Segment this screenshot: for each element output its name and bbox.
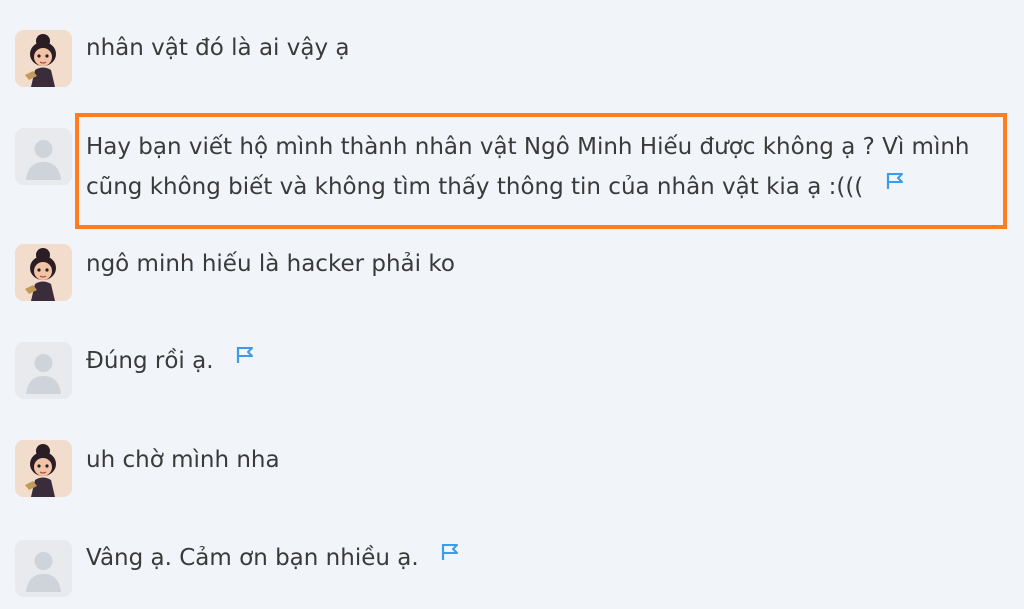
- message-text: Vâng ạ. Cảm ơn bạn nhiều ạ.: [86, 538, 460, 578]
- message-line: Hay bạn viết hộ mình thành nhân vật Ngô …: [86, 134, 970, 160]
- default-avatar[interactable]: [15, 128, 72, 185]
- message-line: Đúng rồi ạ.: [86, 348, 214, 374]
- message-text: nhân vật đó là ai vậy ạ: [86, 35, 350, 61]
- girl-avatar-icon: [15, 30, 72, 87]
- default-user-icon: [15, 540, 72, 597]
- report-flag-icon[interactable]: [885, 171, 905, 191]
- message-text: uh chờ mình nha: [86, 447, 280, 473]
- default-user-icon: [15, 128, 72, 185]
- message-line: Vâng ạ. Cảm ơn bạn nhiều ạ.: [86, 545, 419, 571]
- girl-avatar-icon: [15, 440, 72, 497]
- user-avatar[interactable]: [15, 30, 72, 87]
- girl-avatar-icon: [15, 244, 72, 301]
- chat-thread: nhân vật đó là ai vậy ạ Hay bạn viết hộ …: [0, 0, 1024, 609]
- message-text: Đúng rồi ạ.: [86, 341, 255, 381]
- default-user-icon: [15, 342, 72, 399]
- default-avatar[interactable]: [15, 342, 72, 399]
- message-line: cũng không biết và không tìm thấy thông …: [86, 174, 864, 200]
- report-flag-icon[interactable]: [235, 345, 255, 365]
- default-avatar[interactable]: [15, 540, 72, 597]
- message-text: Hay bạn viết hộ mình thành nhân vật Ngô …: [86, 127, 970, 207]
- user-avatar[interactable]: [15, 244, 72, 301]
- message-line-wrap: cũng không biết và không tìm thấy thông …: [86, 167, 970, 207]
- user-avatar[interactable]: [15, 440, 72, 497]
- report-flag-icon[interactable]: [440, 542, 460, 562]
- message-text: ngô minh hiếu là hacker phải ko: [86, 251, 455, 277]
